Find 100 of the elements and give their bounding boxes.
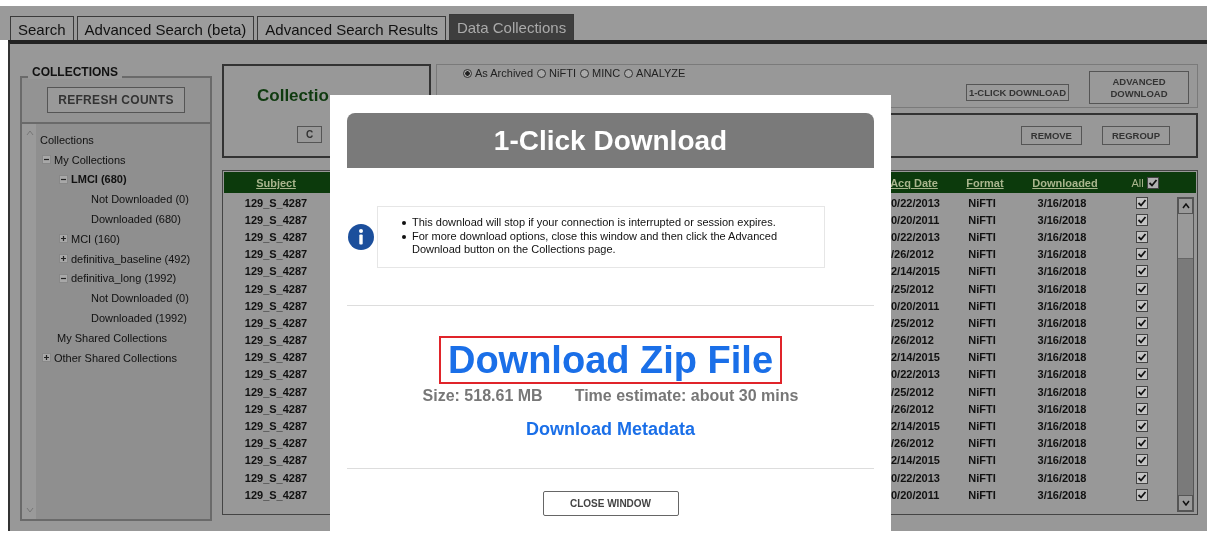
table-cell-text: 3/16/2018 [1036,282,1088,295]
remove-button[interactable]: REMOVE [1020,126,1082,145]
row-checkbox[interactable] [1136,230,1148,243]
panel-legend: COLLECTIONS [28,65,122,79]
table-cell-text: 129_S_4287 [243,230,309,243]
format-radio[interactable]: MINC [580,67,621,79]
table-cell-text: /26/2012 [890,437,935,450]
row-checkbox[interactable] [1136,351,1148,364]
expand-icon[interactable] [59,254,68,264]
row-checkbox[interactable] [1136,316,1148,329]
row-checkbox[interactable] [1136,196,1148,209]
table-cell-text: 129_S_4287 [243,368,309,381]
table-cell-text: 3/16/2018 [1036,316,1088,329]
collapse-icon[interactable] [42,155,51,165]
scroll-down-icon[interactable] [1181,500,1190,506]
column-header[interactable]: Format [950,176,1020,189]
table-cell-text: 129_S_4287 [243,402,309,415]
row-checkbox[interactable] [1136,265,1148,278]
table-cell-text: 3/16/2018 [1036,402,1088,415]
tree-item[interactable]: definitiva_long (1992) [71,272,177,285]
close-window-button[interactable]: CLOSE WINDOW [542,491,679,516]
tree-item[interactable]: Downloaded (680) [91,213,181,226]
select-all-checkbox[interactable] [1146,176,1159,189]
row-checkbox[interactable] [1136,213,1148,226]
tree-item[interactable]: Other Shared Collections [54,351,177,364]
tree-item[interactable]: Downloaded (1992) [91,312,187,325]
table-cell-text: /25/2012 [890,282,935,295]
row-checkbox[interactable] [1136,368,1148,381]
table-cell-text: 129_S_4287 [243,248,309,261]
row-checkbox[interactable] [1136,488,1148,501]
regroup-button[interactable]: REGROUP [1101,126,1170,145]
row-checkbox[interactable] [1136,454,1148,467]
collection-button[interactable]: C [297,126,323,143]
table-cell-text: /26/2012 [890,248,935,261]
collapse-icon[interactable] [59,273,68,283]
tree-item[interactable]: Not Downloaded (0) [91,292,189,305]
row-checkbox[interactable] [1136,385,1148,398]
tree-item[interactable]: LMCI (680) [71,173,127,186]
table-cell-text: 129_S_4287 [243,351,309,364]
all-label: All [1131,176,1144,189]
one-click-download-button[interactable]: 1-CLICK DOWNLOAD [965,84,1069,101]
table-cell-text: 3/16/2018 [1036,351,1088,364]
row-checkbox[interactable] [1136,437,1148,450]
table-cell-text: 3/16/2018 [1036,437,1088,450]
table-cell-text: NiFTI [967,230,997,243]
table-cell-text: NiFTI [967,454,997,467]
table-cell-text: NiFTI [967,299,997,312]
collapse-icon[interactable] [59,175,68,184]
table-cell-text: NiFTI [967,213,997,226]
tree-item[interactable]: My Shared Collections [57,331,168,344]
download-zip-link[interactable]: Download Zip File [438,336,783,384]
tree-item[interactable]: My Collections [54,153,126,166]
table-cell-text: 129_S_4287 [243,334,309,347]
table-cell-text: 129_S_4287 [243,437,309,450]
format-radio[interactable]: ANALYZE [624,67,686,79]
expand-icon[interactable] [42,353,51,363]
row-checkbox[interactable] [1136,471,1148,484]
expand-icon[interactable] [59,234,68,244]
scroll-thumb[interactable] [1178,214,1193,259]
row-checkbox[interactable] [1136,299,1148,312]
note-text: This download will stop if your connection is interrupted or session expires. [412,216,776,230]
table-cell-text: NiFTI [967,385,997,398]
table-cell-text: 129_S_4287 [243,282,309,295]
table-cell-text: NiFTI [967,488,997,501]
table-cell-text: NiFTI [967,282,997,295]
column-header[interactable]: Downloaded [1020,176,1110,189]
scroll-up-icon[interactable] [1181,203,1190,209]
table-cell-text: 3/16/2018 [1036,248,1088,261]
table-cell-text: 129_S_4287 [243,213,309,226]
table-cell-text: 0/22/2013 [890,471,941,484]
refresh-counts-button[interactable]: REFRESH COUNTS [47,87,185,113]
tree-item[interactable]: Collections [40,133,94,146]
row-checkbox[interactable] [1136,334,1148,347]
tree-item[interactable]: MCI (160) [71,232,120,245]
row-checkbox[interactable] [1136,282,1148,295]
format-radio[interactable]: NiFTI [537,67,576,79]
row-checkbox[interactable] [1136,248,1148,261]
table-cell-text: /25/2012 [890,385,935,398]
row-checkbox[interactable] [1136,420,1148,433]
format-radio[interactable]: As Archived [463,67,534,79]
table-cell-text: NiFTI [967,420,997,433]
table-cell-text: 3/16/2018 [1036,488,1088,501]
file-size: Size: 518.61 MB [422,387,543,405]
bullet-icon [402,234,406,239]
table-cell-text: 3/16/2018 [1036,265,1088,278]
row-checkbox[interactable] [1136,402,1148,415]
tree-item[interactable]: definitiva_baseline (492) [71,252,191,265]
table-cell-text: 3/16/2018 [1036,334,1088,347]
advanced-download-button[interactable]: ADVANCED DOWNLOAD [1089,71,1189,104]
table-cell-text: 129_S_4287 [243,471,309,484]
scrollbar[interactable] [1177,197,1194,512]
tree-item[interactable]: Not Downloaded (0) [91,193,189,206]
table-cell-text: 3/16/2018 [1036,299,1088,312]
time-estimate: Time estimate: about 30 mins [574,387,799,405]
table-cell-text: 3/16/2018 [1036,230,1088,243]
table-cell-text: 2/14/2015 [890,420,941,433]
table-cell-text: NiFTI [967,334,997,347]
download-metadata-link[interactable]: Download Metadata [526,419,695,440]
table-cell-text: NiFTI [967,196,997,209]
column-header[interactable]: Subject [224,176,328,189]
